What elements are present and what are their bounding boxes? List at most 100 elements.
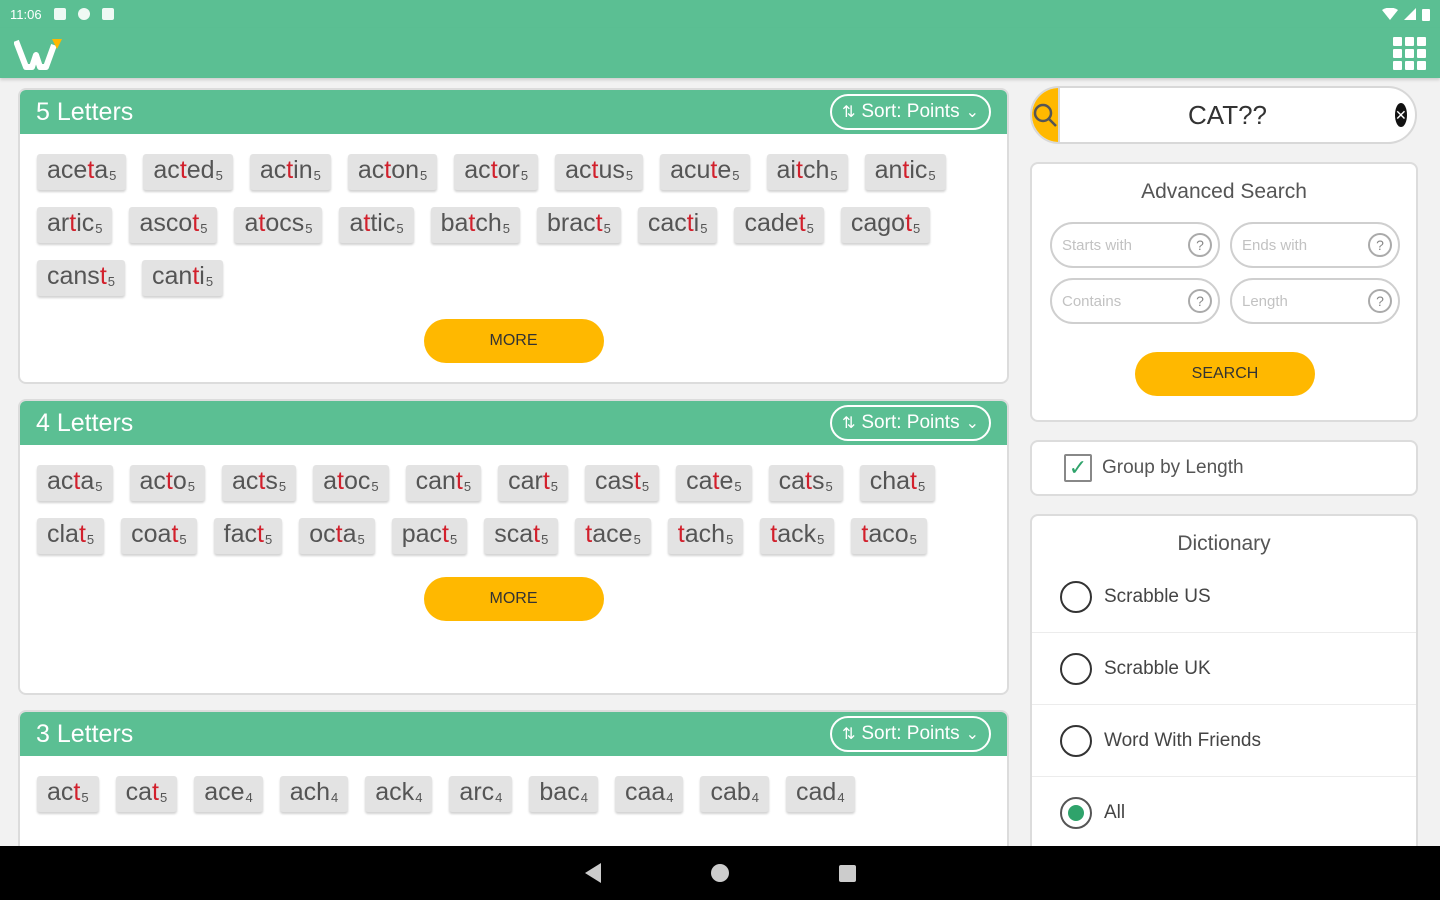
word-chip[interactable]: cad 4 [786, 776, 855, 812]
word-chip[interactable]: car t 5 [498, 465, 569, 501]
word-chip[interactable]: can t 5 [405, 465, 482, 501]
word-chip[interactable]: t aco 5 [851, 518, 927, 554]
word-chip[interactable]: an t ic 5 [864, 154, 946, 190]
radio-button[interactable] [1060, 652, 1092, 685]
clear-icon[interactable]: ✕ [1395, 103, 1407, 127]
word-chip[interactable]: ca t s 5 [768, 465, 843, 501]
word-chip[interactable]: cla t 5 [37, 518, 105, 554]
word-chip[interactable]: arc 4 [449, 776, 513, 812]
word-chip[interactable]: t ace 5 [575, 518, 651, 554]
dictionary-option-scrabble-us[interactable]: Scrabble US [1032, 561, 1416, 633]
sort-button[interactable]: ⇅ Sort: Points ⌄ [829, 716, 991, 752]
word-points: 5 [502, 221, 510, 236]
search-icon-button[interactable] [1032, 88, 1060, 142]
word-chip[interactable]: oc t a 5 [299, 518, 375, 554]
word-chip[interactable]: cab 4 [700, 776, 770, 812]
word-chip[interactable]: ba t ch 5 [430, 207, 520, 243]
back-icon[interactable] [584, 863, 601, 883]
starts-with-field[interactable]: ? [1050, 222, 1220, 268]
radio-button[interactable] [1060, 724, 1092, 757]
search-input[interactable] [1060, 99, 1395, 131]
word-chip[interactable]: ac t o 5 [129, 465, 205, 501]
word-chip[interactable]: cha t 5 [859, 465, 936, 501]
dictionary-option-scrabble-uk[interactable]: Scrabble UK [1032, 633, 1416, 705]
word-chip[interactable]: ac t a 5 [37, 465, 113, 501]
search-bar: ✕ [1030, 86, 1417, 144]
word-chip[interactable]: bac 4 [529, 776, 598, 812]
word-chip[interactable]: coa t 5 [121, 518, 197, 554]
word-chip[interactable]: cago t 5 [840, 207, 931, 243]
group-by-length-checkbox[interactable]: ✓ [1064, 454, 1092, 482]
word-text: on [391, 156, 420, 184]
more-button[interactable]: MORE [423, 577, 604, 621]
word-chip[interactable]: a t tic 5 [339, 207, 414, 243]
word-chip[interactable]: cans t 5 [37, 260, 125, 296]
word-chip[interactable]: ac t on 5 [347, 154, 438, 190]
word-chip[interactable]: cac t i 5 [637, 207, 718, 243]
dictionary-option-word-with-friends[interactable]: Word With Friends [1032, 705, 1416, 777]
word-text: ai [776, 156, 796, 184]
word-chip[interactable]: cade t 5 [734, 207, 824, 243]
length-field[interactable]: ? [1230, 278, 1400, 324]
word-text: oc [309, 520, 336, 548]
word-highlight: t [861, 520, 869, 548]
word-chip[interactable]: t ack 5 [760, 518, 835, 554]
sort-button[interactable]: ⇅ Sort: Points ⌄ [829, 405, 991, 441]
word-chip[interactable]: ca t 5 [115, 776, 178, 812]
word-chip[interactable]: ac t 5 [37, 776, 99, 812]
word-chip[interactable]: can t i 5 [142, 260, 224, 296]
sort-button[interactable]: ⇅ Sort: Points ⌄ [829, 94, 991, 130]
word-chip[interactable]: t ach 5 [667, 518, 744, 554]
search-button[interactable]: SEARCH [1135, 352, 1315, 396]
word-chip[interactable]: fac t 5 [213, 518, 283, 554]
contains-field[interactable]: ? [1050, 278, 1220, 324]
word-chip[interactable]: ack 4 [365, 776, 433, 812]
word-text: ac [47, 467, 74, 495]
group-by-length-row[interactable]: ✓ Group by Length [1030, 440, 1418, 496]
apps-grid-icon[interactable] [1392, 36, 1426, 70]
ends-with-input[interactable] [1242, 236, 1368, 254]
radio-button[interactable] [1060, 580, 1092, 613]
word-chip[interactable]: ac t s 5 [222, 465, 297, 501]
word-chip[interactable]: sca t 5 [484, 518, 559, 554]
radio-button[interactable] [1060, 797, 1092, 829]
word-chip[interactable]: ca t e 5 [676, 465, 752, 501]
ends-with-field[interactable]: ? [1230, 222, 1400, 268]
dictionary-option-all[interactable]: All [1032, 777, 1416, 849]
word-chip[interactable]: ar t ic 5 [37, 207, 113, 243]
help-icon[interactable]: ? [1368, 233, 1392, 257]
word-points: 5 [179, 532, 187, 547]
word-chip[interactable]: a t ocs 5 [234, 207, 323, 243]
word-chip[interactable]: brac t 5 [536, 207, 621, 243]
section-title: 4 Letters [36, 408, 134, 437]
word-highlight: t [585, 520, 593, 548]
word-chip[interactable]: acu t e 5 [660, 154, 750, 190]
word-chip[interactable]: caa 4 [614, 776, 684, 812]
help-icon[interactable]: ? [1188, 233, 1212, 257]
word-chip[interactable]: ach 4 [279, 776, 349, 812]
word-highlight: t [905, 209, 913, 237]
word-chip[interactable]: ace 4 [194, 776, 263, 812]
word-chip[interactable]: pac t 5 [391, 518, 468, 554]
recents-icon[interactable] [838, 864, 856, 882]
starts-with-input[interactable] [1062, 236, 1188, 254]
word-chip[interactable]: ac t ed 5 [143, 154, 233, 190]
word-points: 4 [837, 790, 845, 805]
word-chip[interactable]: asco t 5 [129, 207, 218, 243]
word-chip[interactable]: a t oc 5 [313, 465, 389, 501]
contains-input[interactable] [1062, 292, 1188, 310]
word-chip[interactable]: ac t in 5 [249, 154, 331, 190]
help-icon[interactable]: ? [1188, 289, 1212, 313]
more-button[interactable]: MORE [423, 319, 604, 363]
word-points: 5 [215, 168, 223, 183]
help-icon[interactable]: ? [1368, 289, 1392, 313]
word-chip[interactable]: ace t a 5 [37, 154, 127, 190]
word-chip[interactable]: ac t us 5 [555, 154, 644, 190]
length-input[interactable] [1242, 292, 1368, 310]
home-icon[interactable] [710, 864, 729, 882]
word-chip[interactable]: ac t or 5 [454, 154, 539, 190]
word-points: 5 [463, 479, 472, 494]
word-chip[interactable]: ai t ch 5 [766, 154, 848, 190]
word-chip[interactable]: cas t 5 [585, 465, 660, 501]
word-text: pac [401, 520, 443, 548]
